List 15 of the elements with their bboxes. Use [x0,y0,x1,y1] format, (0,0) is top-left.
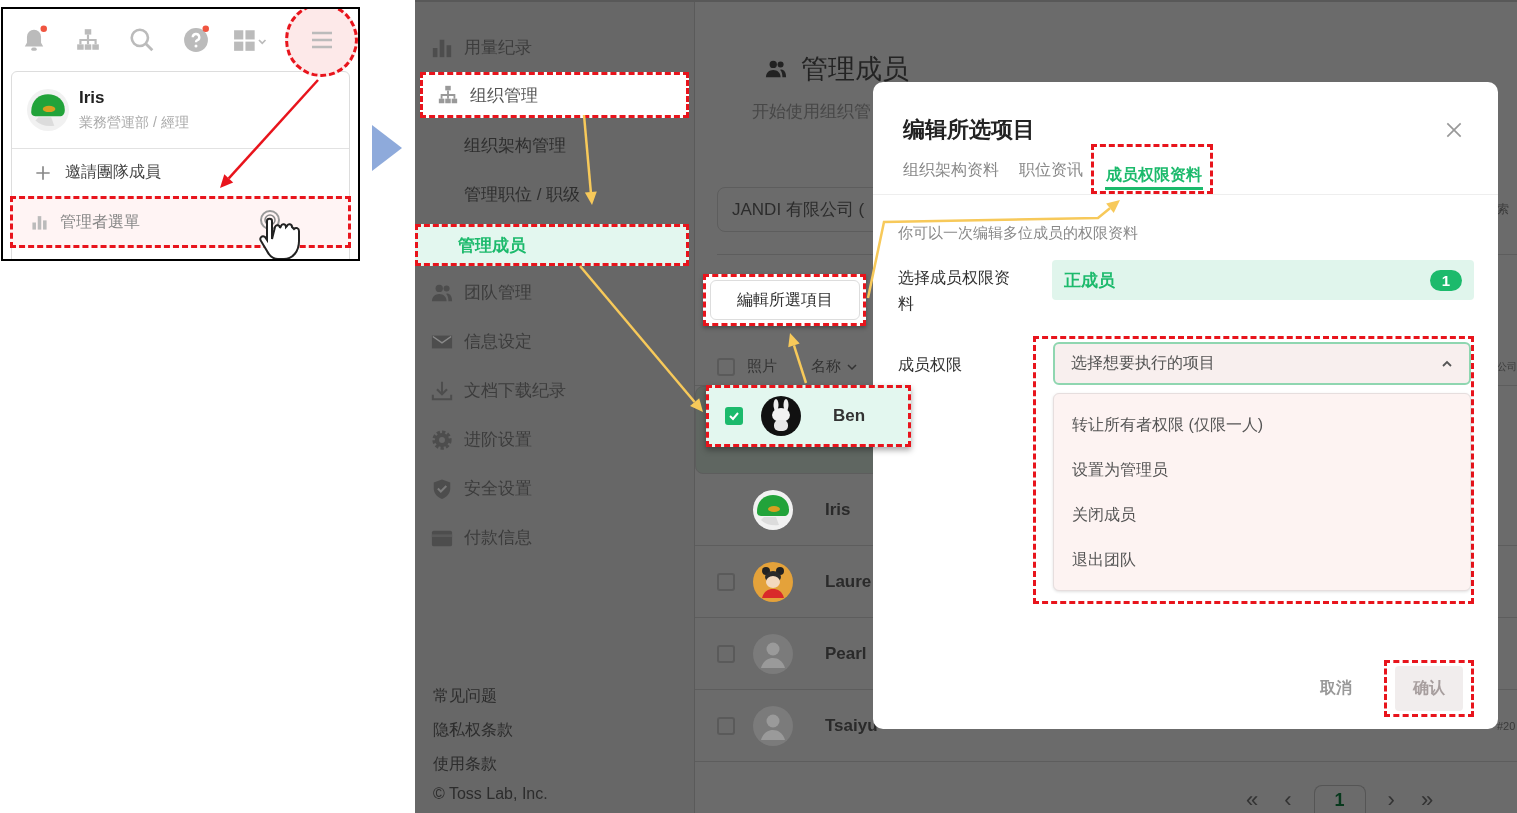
member-name: Iris [825,499,851,520]
member-name: Pearl [825,643,867,664]
field-label: 选择成员权限资料 [898,268,1011,314]
member-name: Tsaiyu [825,715,878,736]
dialog-title: 编辑所选项目 [903,116,1035,144]
role-label: 正成员 [1064,269,1115,292]
hint-text: 你可以一次编辑多位成员的权限资料 [898,223,1139,243]
field-label: 成员权限 [898,355,963,375]
member-name: Ben [833,406,866,426]
copyright-text: © Toss Lab, Inc. [433,785,549,803]
count-badge: 1 [1429,269,1462,291]
page-title: 管理成员 [801,53,909,86]
user-name: Iris [79,88,106,108]
user-department: 業務營運部 / 經理 [79,114,189,132]
member-name: Laure [825,571,872,592]
